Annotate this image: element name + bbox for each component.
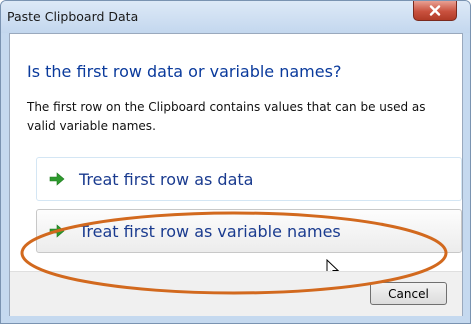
window-title: Paste Clipboard Data [7, 9, 139, 24]
treat-as-data-label: Treat first row as data [79, 169, 254, 189]
dialog-footer: Cancel [10, 271, 462, 316]
treat-as-variable-names-label: Treat first row as variable names [79, 221, 341, 241]
dialog-client-area: Is the first row data or variable names?… [9, 33, 463, 316]
treat-as-variable-names-option[interactable]: Treat first row as variable names [36, 209, 462, 253]
dialog-window: Paste Clipboard Data Is the first row da… [0, 0, 471, 324]
cancel-button[interactable]: Cancel [370, 282, 447, 305]
green-arrow-icon [49, 171, 67, 187]
green-arrow-icon [49, 223, 67, 239]
close-icon [429, 5, 441, 16]
close-button[interactable] [413, 1, 457, 21]
title-bar[interactable]: Paste Clipboard Data [1, 1, 470, 33]
treat-as-data-option[interactable]: Treat first row as data [36, 157, 462, 201]
dialog-content: Is the first row data or variable names?… [10, 34, 462, 280]
main-instruction: Is the first row data or variable names? [27, 62, 342, 81]
description-text: The first row on the Clipboard contains … [27, 100, 426, 133]
